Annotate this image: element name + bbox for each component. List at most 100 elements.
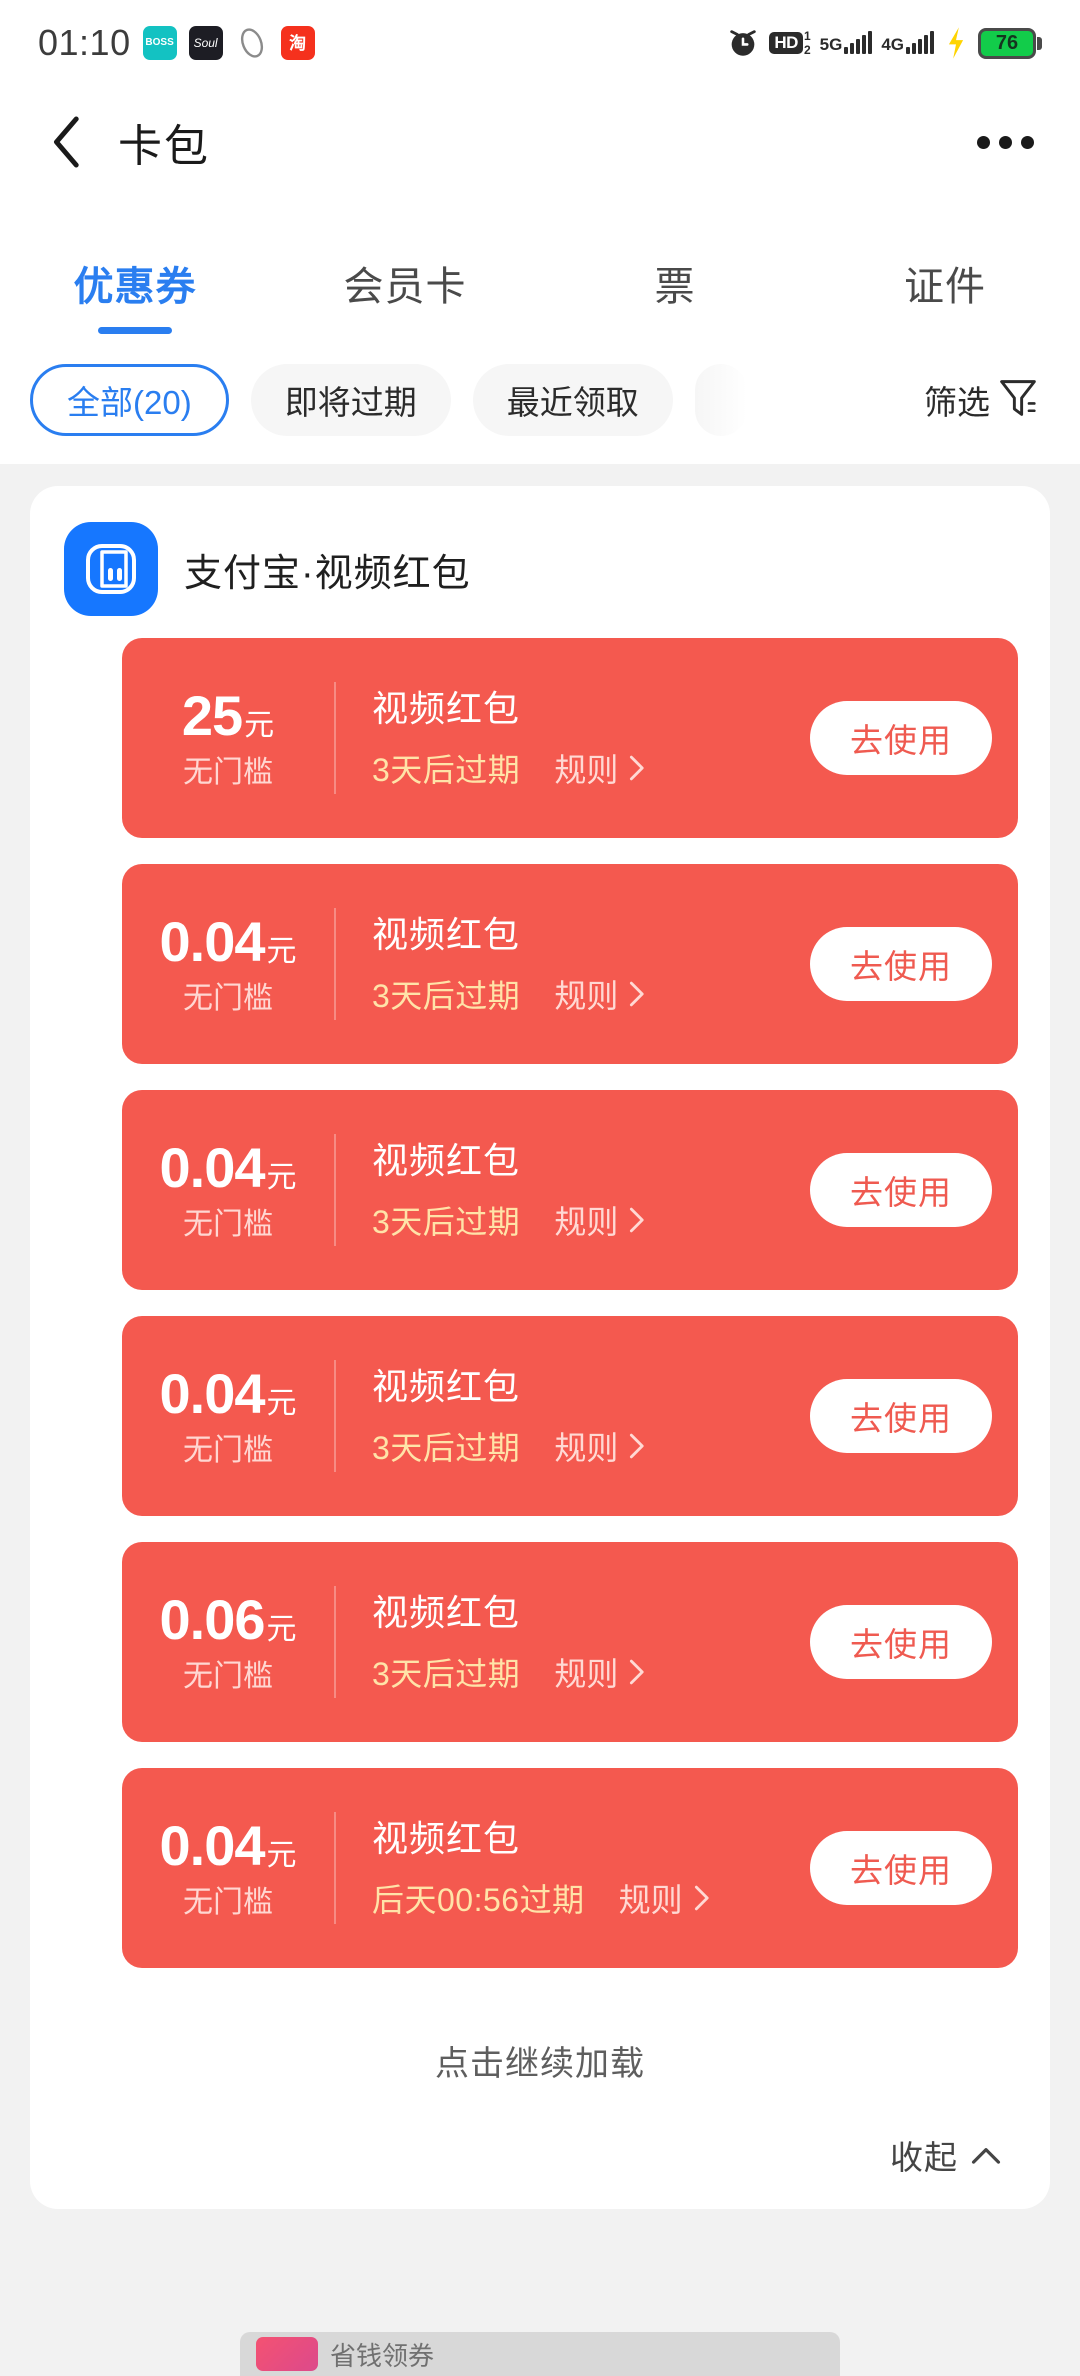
coupon-value: 0.04元 bbox=[122, 1818, 334, 1874]
coupon-rule-link[interactable]: 规则 bbox=[554, 1197, 646, 1243]
coupon-rule-label: 规则 bbox=[554, 977, 619, 1014]
coupon-detail-block: 视频红包 3天后过期 规则 bbox=[336, 1590, 810, 1695]
more-dot bbox=[999, 135, 1012, 149]
load-more-button[interactable]: 点击继续加载 bbox=[30, 1994, 1050, 2095]
coupon-expiry: 3天后过期 bbox=[372, 1203, 521, 1240]
coupon-subline: 3天后过期 规则 bbox=[372, 1197, 810, 1243]
merchant-name: 支付宝·视频红包 bbox=[184, 552, 471, 595]
coupon-use-button[interactable]: 去使用 bbox=[810, 701, 992, 775]
coupon-rule-link[interactable]: 规则 bbox=[619, 1875, 711, 1921]
coupon-value: 0.04元 bbox=[122, 1366, 334, 1422]
chip-expiring-soon[interactable]: 即将过期 bbox=[250, 364, 451, 436]
signal-bars-5g bbox=[844, 31, 873, 54]
ring-icon bbox=[234, 26, 269, 60]
hd-sim-indicators: 1 2 bbox=[804, 30, 811, 56]
coupon-condition: 无门槛 bbox=[183, 1660, 273, 1693]
status-bar-left: 01:10 BOSS Soul 淘 bbox=[38, 22, 315, 64]
next-merchant-card-peek[interactable]: 省钱领券 bbox=[240, 2332, 840, 2376]
coupon-amount-block: 0.04元 无门槛 bbox=[122, 1818, 334, 1918]
filter-button-label: 筛选 bbox=[924, 384, 990, 421]
battery-body: 76 bbox=[978, 27, 1036, 59]
tab-membership-cards-label: 会员卡 bbox=[343, 265, 467, 309]
chip-scroll-fade bbox=[694, 364, 747, 436]
coupon-amount: 0.04 bbox=[159, 910, 266, 973]
coupon-rule-label: 规则 bbox=[618, 1881, 683, 1918]
coupon-rule-link[interactable]: 规则 bbox=[554, 971, 646, 1017]
coupon-detail-block: 视频红包 3天后过期 规则 bbox=[336, 912, 810, 1017]
more-options-icon[interactable] bbox=[971, 122, 1040, 163]
chevron-right-icon bbox=[630, 1659, 644, 1684]
coupon-title: 视频红包 bbox=[372, 1139, 521, 1181]
funnel-filter-icon bbox=[998, 376, 1038, 425]
coupon-detail-block: 视频红包 3天后过期 规则 bbox=[336, 686, 810, 791]
coupon-use-button[interactable]: 去使用 bbox=[810, 1831, 992, 1905]
signal-5g-icon: 5G bbox=[820, 31, 873, 54]
coupon-detail-block: 视频红包 3天后过期 规则 bbox=[336, 1138, 810, 1243]
taobao-icon: 淘 bbox=[280, 26, 315, 60]
merchant-header[interactable]: 支付宝·视频红包 bbox=[30, 522, 1050, 616]
coupon-condition: 无门槛 bbox=[183, 1886, 273, 1919]
tab-tickets-label: 票 bbox=[654, 265, 696, 309]
tab-documents[interactable]: 证件 bbox=[810, 254, 1080, 342]
coupon-rule-label: 规则 bbox=[554, 1655, 619, 1692]
coupon-amount-block: 0.04元 无门槛 bbox=[122, 1140, 334, 1240]
coupon-value: 0.06元 bbox=[122, 1592, 334, 1648]
hd-badge-label: HD bbox=[769, 32, 803, 54]
phone-screen: 01:10 BOSS Soul 淘 HD 1 2 5G 4G 76 卡包 优惠券… bbox=[0, 0, 1080, 2376]
coupon-condition: 无门槛 bbox=[183, 1208, 273, 1241]
chevron-up-icon bbox=[971, 2148, 1001, 2164]
nav-bar: 卡包 bbox=[0, 86, 1080, 198]
tab-coupons[interactable]: 优惠券 bbox=[0, 254, 270, 342]
coupon-use-button[interactable]: 去使用 bbox=[810, 1153, 992, 1227]
coupon-use-button[interactable]: 去使用 bbox=[810, 927, 992, 1001]
collapse-button[interactable]: 收起 bbox=[30, 2095, 1050, 2185]
coupon-condition: 无门槛 bbox=[183, 982, 273, 1015]
coupon-subline: 后天00:56过期 规则 bbox=[372, 1875, 810, 1921]
coupon-use-button-label: 去使用 bbox=[850, 1174, 952, 1211]
boss-zhipin-icon-label: BOSS bbox=[145, 37, 174, 48]
coupon-use-button[interactable]: 去使用 bbox=[810, 1379, 992, 1453]
coupon-currency-unit: 元 bbox=[244, 709, 275, 742]
coupon-subline: 3天后过期 规则 bbox=[372, 1423, 810, 1469]
coupon-rule-label: 规则 bbox=[554, 1203, 619, 1240]
coupon-title: 视频红包 bbox=[372, 1365, 521, 1407]
alipay-logo-icon bbox=[64, 522, 158, 616]
tab-membership-cards[interactable]: 会员卡 bbox=[270, 254, 540, 342]
tab-tickets[interactable]: 票 bbox=[540, 254, 810, 342]
status-bar: 01:10 BOSS Soul 淘 HD 1 2 5G 4G 76 bbox=[0, 0, 1080, 86]
coupon-detail-block: 视频红包 3天后过期 规则 bbox=[336, 1364, 810, 1469]
coupon-rule-link[interactable]: 规则 bbox=[554, 1423, 646, 1469]
chip-all[interactable]: 全部(20) bbox=[30, 364, 229, 436]
coupon-amount: 0.04 bbox=[159, 1136, 266, 1199]
coupon-amount-block: 25元 无门槛 bbox=[122, 688, 334, 788]
coupon-condition: 无门槛 bbox=[183, 1434, 273, 1467]
coupon-expiry: 3天后过期 bbox=[372, 1655, 521, 1692]
coupon-card[interactable]: 0.04元 无门槛 视频红包 3天后过期 规则 去使用 bbox=[122, 1090, 1018, 1290]
tab-coupons-label: 优惠券 bbox=[73, 265, 197, 309]
coupon-card[interactable]: 0.04元 无门槛 视频红包 后天00:56过期 规则 去使用 bbox=[122, 1768, 1018, 1968]
collapse-label: 收起 bbox=[890, 2139, 958, 2176]
soul-icon: Soul bbox=[188, 26, 223, 60]
taobao-icon-label: 淘 bbox=[289, 33, 307, 53]
coupon-subline: 3天后过期 规则 bbox=[372, 971, 810, 1017]
coupon-rule-link[interactable]: 规则 bbox=[554, 1649, 646, 1695]
coupon-card[interactable]: 0.04元 无门槛 视频红包 3天后过期 规则 去使用 bbox=[122, 1316, 1018, 1516]
back-chevron-icon[interactable] bbox=[40, 114, 96, 170]
coupon-card[interactable]: 0.06元 无门槛 视频红包 3天后过期 规则 去使用 bbox=[122, 1542, 1018, 1742]
coupon-use-button-label: 去使用 bbox=[850, 1626, 952, 1663]
coupon-expiry: 3天后过期 bbox=[372, 977, 521, 1014]
coupon-currency-unit: 元 bbox=[266, 1613, 297, 1646]
filter-button[interactable]: 筛选 bbox=[924, 376, 1050, 425]
boss-zhipin-icon: BOSS bbox=[142, 26, 177, 60]
bottom-peek-area: 省钱领券 bbox=[0, 2290, 1080, 2376]
coupon-rule-link[interactable]: 规则 bbox=[554, 745, 646, 791]
chip-recently-claimed[interactable]: 最近领取 bbox=[472, 364, 673, 436]
chevron-right-icon bbox=[630, 1207, 644, 1232]
network-4g-label: 4G bbox=[881, 35, 904, 54]
signal-bars-4g bbox=[906, 31, 934, 54]
hd-sim2-label: 2 bbox=[803, 43, 811, 57]
coupon-card[interactable]: 25元 无门槛 视频红包 3天后过期 规则 去使用 bbox=[122, 638, 1018, 838]
coupon-use-button[interactable]: 去使用 bbox=[810, 1605, 992, 1679]
chevron-right-icon bbox=[630, 981, 644, 1006]
coupon-card[interactable]: 0.04元 无门槛 视频红包 3天后过期 规则 去使用 bbox=[122, 864, 1018, 1064]
